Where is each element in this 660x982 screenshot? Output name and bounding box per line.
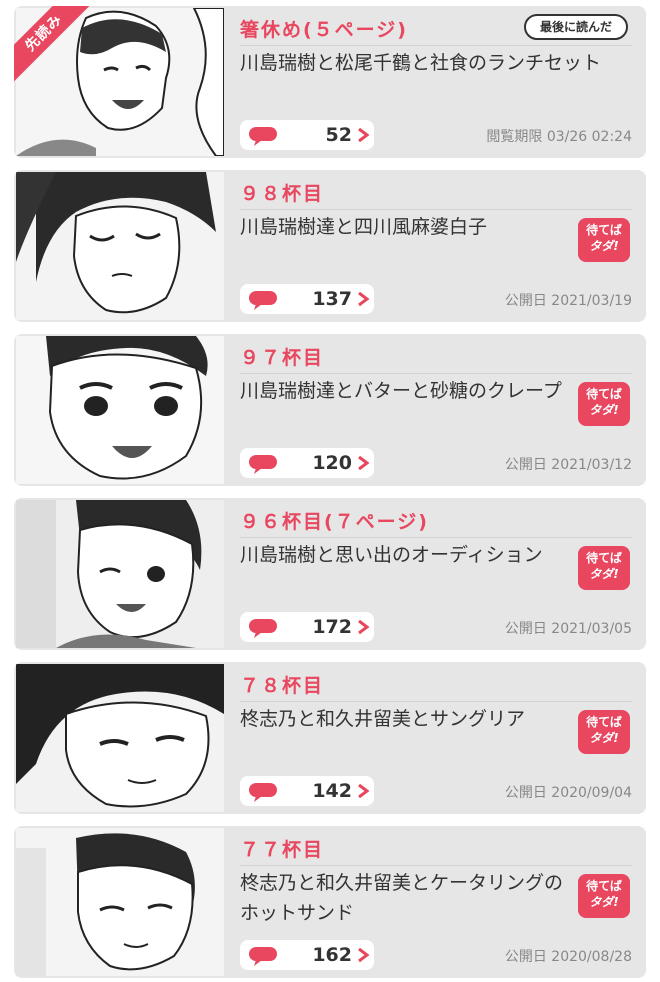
comment-button[interactable]: 52 (240, 120, 374, 150)
chevron-right-icon (358, 127, 370, 143)
comment-bubble-icon (249, 455, 277, 474)
episode-title: ９６杯目(７ページ) (240, 508, 632, 538)
episode-subtitle: 柊志乃と和久井留美とサングリア (240, 708, 526, 730)
episode-thumbnail[interactable] (16, 664, 224, 812)
episode-card[interactable]: ７７杯目 柊志乃と和久井留美とケータリングのホットサンド 待てば タダ! 162… (14, 826, 646, 978)
comment-button[interactable]: 137 (240, 284, 374, 314)
chevron-right-icon (358, 291, 370, 307)
episode-thumbnail[interactable] (16, 172, 224, 320)
comment-count: 142 (312, 780, 352, 802)
wait-free-label: 待てば (586, 715, 622, 729)
last-read-badge: 最後に読んだ (524, 14, 628, 40)
free-label: タダ! (589, 895, 619, 909)
comment-count: 137 (312, 288, 352, 310)
chevron-right-icon (358, 947, 370, 963)
comment-button[interactable]: 162 (240, 940, 374, 970)
free-label: タダ! (589, 731, 619, 745)
episode-card[interactable]: ７８杯目 柊志乃と和久井留美とサングリア 待てば タダ! 142 公開日 202… (14, 662, 646, 814)
episode-date: 閲覧期限 03/26 02:24 (486, 129, 632, 145)
episode-date: 公開日 2021/03/05 (504, 621, 632, 637)
episode-card[interactable]: ９７杯目 川島瑞樹達とバターと砂糖のクレープ 待てば タダ! 120 公開日 2… (14, 334, 646, 486)
comment-button[interactable]: 120 (240, 448, 374, 478)
comment-bubble-icon (249, 947, 277, 966)
free-label: タダ! (589, 403, 619, 417)
comment-bubble-icon (249, 619, 277, 638)
episode-subtitle: 川島瑞樹達と四川風麻婆白子 (240, 216, 488, 238)
wait-free-label: 待てば (586, 879, 622, 893)
wait-free-label: 待てば (586, 551, 622, 565)
comment-count: 172 (312, 616, 352, 638)
episode-thumbnail[interactable] (16, 500, 224, 648)
comment-button[interactable]: 142 (240, 776, 374, 806)
chevron-right-icon (358, 783, 370, 799)
comment-count: 120 (312, 452, 352, 474)
episode-date: 公開日 2021/03/12 (504, 457, 632, 473)
episode-title: ７７杯目 (240, 836, 632, 866)
episode-thumbnail[interactable] (16, 828, 224, 976)
episode-title: ９８杯目 (240, 180, 632, 210)
comment-bubble-icon (249, 127, 277, 146)
episode-title: ９７杯目 (240, 344, 632, 374)
episode-date: 公開日 2020/08/28 (504, 949, 632, 965)
episode-card[interactable]: ９８杯目 川島瑞樹達と四川風麻婆白子 待てば タダ! 137 公開日 2021/… (14, 170, 646, 322)
episode-title: ７８杯目 (240, 672, 632, 702)
episode-subtitle: 川島瑞樹と思い出のオーディション (240, 544, 543, 566)
comment-count: 162 (312, 944, 352, 966)
episode-subtitle: 川島瑞樹と松尾千鶴と社食のランチセット (240, 52, 602, 74)
wait-free-badge: 待てば タダ! (578, 382, 630, 426)
comment-count: 52 (325, 124, 352, 146)
episode-card[interactable]: 先読み 箸休め(５ページ) 最後に読んだ 川島瑞樹と松尾千鶴と社食のランチセット… (14, 6, 646, 158)
episode-card[interactable]: ９６杯目(７ページ) 川島瑞樹と思い出のオーディション 待てば タダ! 172 … (14, 498, 646, 650)
comment-bubble-icon (249, 291, 277, 310)
chevron-right-icon (358, 619, 370, 635)
comment-bubble-icon (249, 783, 277, 802)
episode-subtitle: 川島瑞樹達とバターと砂糖のクレープ (240, 380, 562, 402)
wait-free-badge: 待てば タダ! (578, 546, 630, 590)
episode-date: 公開日 2020/09/04 (504, 785, 632, 801)
wait-free-label: 待てば (586, 223, 622, 237)
wait-free-badge: 待てば タダ! (578, 218, 630, 262)
wait-free-badge: 待てば タダ! (578, 874, 630, 918)
episode-subtitle: 柊志乃と和久井留美とケータリングのホットサンド (240, 872, 564, 924)
comment-button[interactable]: 172 (240, 612, 374, 642)
free-label: タダ! (589, 239, 619, 253)
chevron-right-icon (358, 455, 370, 471)
free-label: タダ! (589, 567, 619, 581)
episode-thumbnail[interactable] (16, 336, 224, 484)
wait-free-badge: 待てば タダ! (578, 710, 630, 754)
episode-date: 公開日 2021/03/19 (504, 293, 632, 309)
wait-free-label: 待てば (586, 387, 622, 401)
